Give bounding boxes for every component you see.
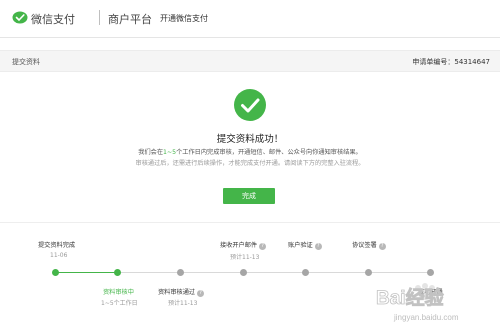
help-icon[interactable]: ?: [259, 243, 267, 250]
step-email: 接收开户邮件?: [220, 240, 267, 250]
step-label-agreement: 协议签署: [352, 242, 377, 249]
header-divider: [99, 10, 100, 25]
success-message-prefix: 我们会在: [138, 149, 164, 156]
top-header: 微信支付 商户平台 开通微信支付: [0, 0, 500, 38]
success-check-icon: [234, 89, 266, 121]
step-date-submitted: 11-06: [50, 252, 68, 259]
step-agreement: 协议签署?: [352, 240, 386, 250]
timeline-dot-email: [240, 269, 247, 276]
page-subtitle: 开通微信支付: [160, 14, 208, 23]
timeline-dot-opened: [427, 269, 434, 276]
step-label-verify: 账户验证: [288, 242, 313, 249]
timeline-progress: [55, 272, 118, 273]
platform-name[interactable]: 商户平台: [108, 11, 152, 27]
step-label-submitted: 提交资料完成: [38, 242, 76, 249]
step-label-email: 接收开户邮件: [220, 242, 258, 249]
step-verify: 账户验证?: [288, 240, 322, 250]
timeline-dot-approved: [177, 269, 184, 276]
watermark-url: jingyan.baidu.com: [393, 313, 459, 322]
info-bar: 提交资料 申请单编号：54314647: [0, 50, 500, 72]
step-approved: 资料审核通过?: [158, 287, 205, 297]
help-icon[interactable]: ?: [197, 290, 205, 297]
watermark-text: Bai经验: [376, 286, 445, 309]
timeline-dot-reviewing: [114, 269, 121, 276]
baidu-watermark: Bai经验 jingyan.baidu.com: [376, 283, 459, 322]
step-date-reviewing: 1~5个工作日: [101, 300, 138, 307]
help-icon[interactable]: ?: [314, 243, 322, 250]
followup-message: 审核通过后，还需进行后续操作，才能完成支付开通。请阅读下方的完整入驻流程。: [135, 160, 365, 167]
step-date-approved: 预计11-13: [168, 300, 198, 307]
done-button[interactable]: 完成: [223, 188, 275, 204]
success-message: 我们会在1~5个工作日内完成审核，开通短信、邮件、公众号向你通知审核结果。: [0, 147, 500, 156]
timeline-dot-agreement: [365, 269, 372, 276]
help-icon[interactable]: ?: [378, 243, 386, 250]
section-title: 提交资料: [12, 58, 40, 66]
step-label-approved: 资料审核通过: [158, 289, 196, 296]
success-title: 提交资料成功！: [216, 134, 284, 145]
section-divider: [0, 222, 500, 223]
wechat-pay-logo-icon: [12, 11, 28, 24]
step-label-reviewing: 资料审核中: [103, 289, 134, 296]
success-message-suffix: 个工作日内完成审核，开通短信、邮件、公众号向你通知审核结果。: [176, 149, 362, 156]
step-date-email: 预计11-13: [230, 254, 260, 261]
timeline-dot-verify: [302, 269, 309, 276]
timeline-dot-submitted: [52, 269, 59, 276]
success-message-days: 1~5: [163, 149, 177, 156]
brand-name[interactable]: 微信支付: [31, 11, 75, 27]
application-number: 申请单编号：54314647: [412, 58, 490, 66]
